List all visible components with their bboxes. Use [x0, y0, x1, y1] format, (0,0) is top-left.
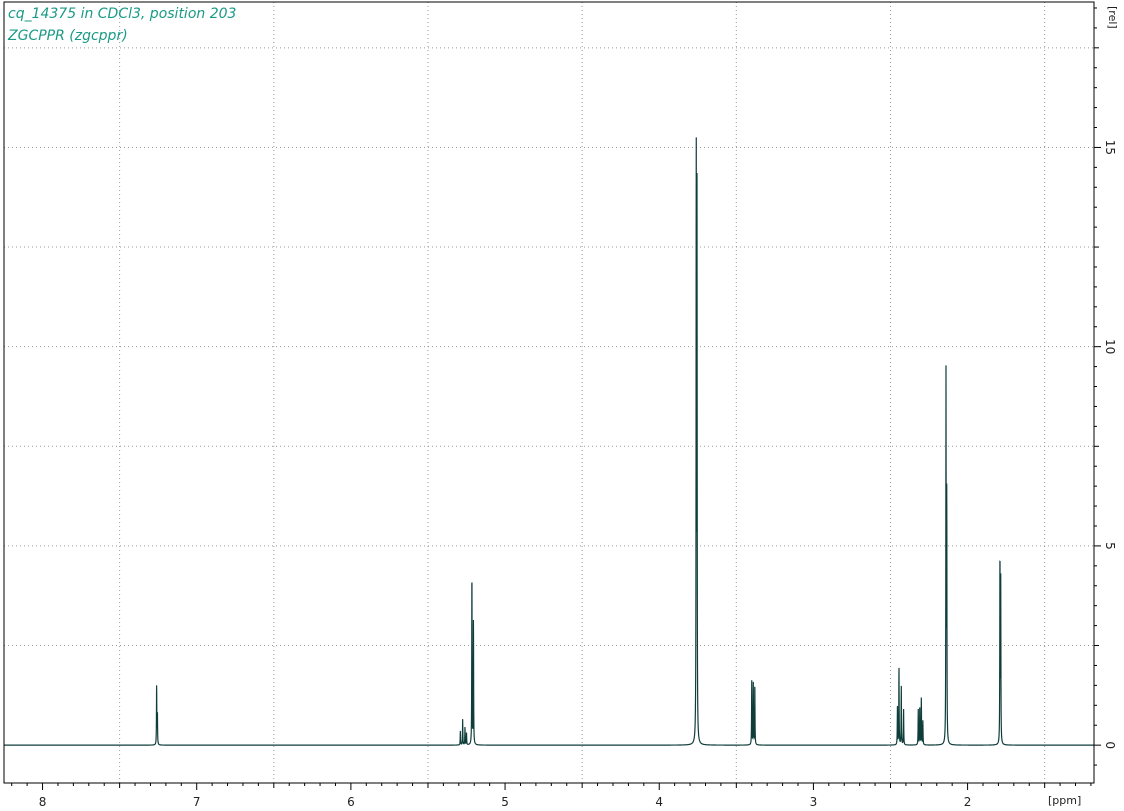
x-tick-label: 2 [964, 795, 972, 809]
y-tick-label: 0 [1103, 741, 1117, 749]
y-tick-label: 5 [1103, 542, 1117, 550]
x-tick-label: 5 [501, 795, 509, 809]
y-axis-label: [rel] [1106, 6, 1119, 29]
y-tick-label: 15 [1103, 140, 1117, 155]
x-tick-label: 6 [347, 795, 355, 809]
grid [4, 2, 1094, 783]
experiment-name: ZGCPPR (zgcppr) [8, 28, 128, 44]
x-tick-label: 3 [810, 795, 818, 809]
spectrum-trace [4, 137, 1094, 746]
x-axis-label: [ppm] [1048, 794, 1081, 807]
x-tick-label: 4 [655, 795, 663, 809]
nmr-spectrum-chart: 8 7 6 5 4 3 2 0 5 10 15 [ppm] [rel] [3, 1, 1119, 809]
x-tick-label: 8 [39, 795, 47, 809]
plot-frame [3, 1, 1095, 784]
x-axis: 8 7 6 5 4 3 2 [11, 783, 1092, 809]
spectrum-title: cq_14375 in CDCl3, position 203 [8, 6, 237, 22]
x-tick-label: 7 [193, 795, 201, 809]
y-tick-label: 10 [1103, 339, 1117, 354]
y-axis: 0 5 10 15 [1094, 7, 1117, 766]
